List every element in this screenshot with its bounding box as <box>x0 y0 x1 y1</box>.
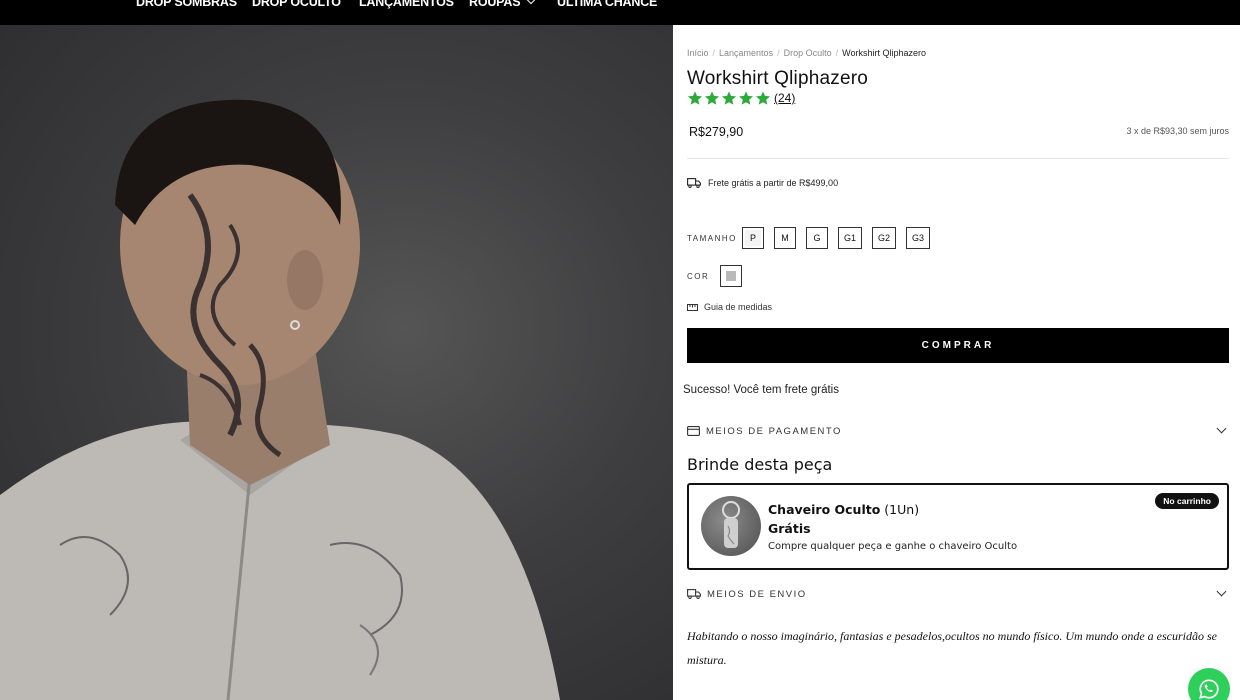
whatsapp-icon <box>1199 679 1219 699</box>
shipping-methods-label: MEIOS DE ENVIO <box>707 588 807 600</box>
truck-icon <box>687 589 701 599</box>
product-details-panel: Início / Lançamentos / Drop Oculto / Workshirt… <box>673 25 1240 700</box>
breadcrumb-separator: / <box>712 48 716 58</box>
breadcrumb-drop-oculto[interactable]: Drop Oculto <box>784 48 832 58</box>
size-guide-link[interactable]: Guia de medidas <box>687 302 772 312</box>
model-photo-illustration <box>0 99 560 700</box>
size-guide-text: Guia de medidas <box>704 302 773 312</box>
gift-name: Chaveiro Oculto (1Un) <box>768 502 919 517</box>
truck-icon <box>687 178 701 188</box>
nav-item-roupas-label: ROUPAS <box>469 0 521 9</box>
in-cart-badge: No carrinho <box>1155 493 1219 509</box>
chevron-down-icon <box>1216 586 1227 597</box>
payment-methods-label: MEIOS DE PAGAMENTO <box>706 425 842 437</box>
color-swatch-fill <box>726 271 736 281</box>
star-icon <box>756 91 770 105</box>
divider <box>687 158 1229 159</box>
breadcrumb-home[interactable]: Início <box>687 48 709 58</box>
gift-description: Compre qualquer peça e ganhe o chaveiro … <box>768 541 1018 552</box>
size-option-p[interactable]: P <box>742 227 764 249</box>
buy-button[interactable]: COMPRAR <box>687 328 1229 363</box>
breadcrumb-current: Workshirt Qliphazero <box>842 48 927 58</box>
gift-name-text: Chaveiro Oculto <box>768 502 881 517</box>
chevron-down-icon <box>527 0 536 5</box>
size-option-m[interactable]: M <box>774 227 796 249</box>
breadcrumb-separator: / <box>835 48 839 58</box>
breadcrumb-lancamentos[interactable]: Lançamentos <box>719 48 773 58</box>
product-photo <box>0 25 673 700</box>
size-option-g1[interactable]: G1 <box>838 227 863 249</box>
shipping-methods-accordion[interactable]: MEIOS DE ENVIO <box>687 584 1229 604</box>
star-icon <box>705 91 719 105</box>
product-description: Habitando o nosso imaginário, fantasias … <box>687 629 1217 667</box>
size-selector: P M G G1 G2 G3 <box>742 227 940 249</box>
color-swatch[interactable] <box>720 265 742 287</box>
chevron-down-icon <box>1216 423 1227 434</box>
review-count-link[interactable]: (24) <box>774 91 795 105</box>
breadcrumb-separator: / <box>777 48 780 58</box>
size-option-g3[interactable]: G3 <box>906 227 931 249</box>
success-message: Sucesso! Você tem frete grátis <box>683 384 839 396</box>
size-label: TAMANHO <box>687 234 737 243</box>
product-title: Workshirt Qliphazero <box>687 68 869 89</box>
ruler-icon <box>687 303 698 311</box>
free-shipping-note: Frete grátis a partir de R$499,00 <box>687 178 838 188</box>
payment-methods-accordion[interactable]: MEIOS DE PAGAMENTO <box>687 421 1229 441</box>
nav-item-ultima-chance[interactable]: ÚLTIMA CHANCE <box>557 0 657 9</box>
gift-keychain-image <box>701 496 761 556</box>
top-navigation: DROP SOMBRAS DROP OCULTO LANÇAMENTOS ROU… <box>0 0 1240 25</box>
gift-price: Grátis <box>768 521 811 536</box>
nav-item-drop-sombras[interactable]: DROP SOMBRAS <box>136 0 237 9</box>
gift-card: Chaveiro Oculto (1Un) Grátis Compre qual… <box>687 483 1229 570</box>
star-icon <box>722 91 736 105</box>
nav-item-drop-oculto[interactable]: DROP OCULTO <box>252 0 341 9</box>
credit-card-icon <box>687 426 700 436</box>
keychain-illustration <box>722 501 740 548</box>
gift-section-title: Brinde desta peça <box>687 455 833 474</box>
star-icon <box>739 91 753 105</box>
nav-item-lancamentos[interactable]: LANÇAMENTOS <box>359 0 454 9</box>
nav-item-roupas[interactable]: ROUPAS <box>469 0 536 9</box>
product-price: R$279,90 <box>689 125 744 139</box>
color-label: COR <box>687 272 710 281</box>
free-shipping-text: Frete grátis a partir de R$499,00 <box>708 178 839 188</box>
installments-text: 3 x de R$93,30 sem juros <box>1126 126 1229 136</box>
size-option-g[interactable]: G <box>806 227 828 249</box>
gift-qty: (1Un) <box>884 502 920 517</box>
star-icon <box>688 91 702 105</box>
size-option-g2[interactable]: G2 <box>872 227 897 249</box>
breadcrumb: Início / Lançamentos / Drop Oculto / Workshirt… <box>687 48 926 58</box>
rating-stars[interactable]: (24) <box>687 90 795 106</box>
